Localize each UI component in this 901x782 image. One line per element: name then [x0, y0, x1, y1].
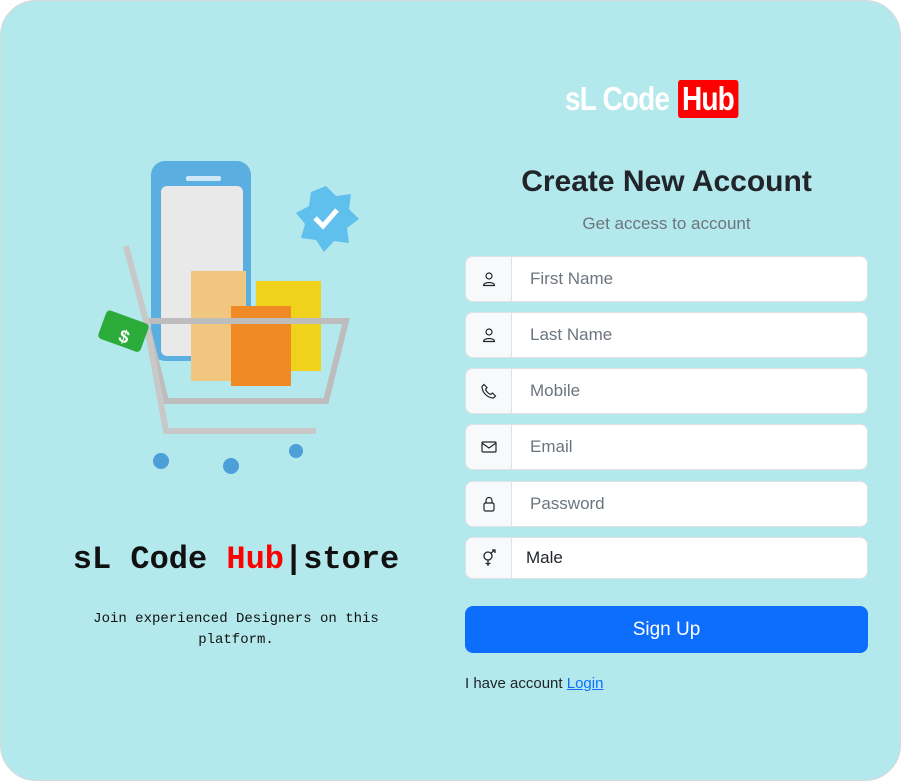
password-input[interactable] — [512, 482, 867, 526]
left-panel: $ sL Code Hub|store Join experienced Des… — [1, 1, 451, 782]
email-group — [465, 424, 868, 470]
signup-card: $ sL Code Hub|store Join experienced Des… — [0, 0, 901, 781]
gender-group: Male — [465, 537, 868, 579]
page-subtitle: Get access to account — [582, 214, 751, 233]
user-icon — [466, 313, 512, 357]
email-input[interactable] — [512, 425, 867, 469]
phone-icon — [466, 369, 512, 413]
page-title: Create New Account — [521, 165, 812, 198]
last-name-input[interactable] — [512, 313, 867, 357]
mobile-input[interactable] — [512, 369, 867, 413]
logo-hub: Hub — [677, 80, 739, 118]
logo: sL Code Hub — [565, 79, 739, 119]
account-text: I have account — [465, 675, 563, 692]
brand-prefix: sL Code — [72, 541, 227, 578]
shopping-cart-illustration: $ — [98, 161, 359, 474]
brand-hub: Hub — [226, 541, 284, 578]
store-brand: sL Code Hub|store — [1, 541, 471, 578]
last-name-group — [465, 312, 868, 358]
account-prompt: I have account Login — [465, 675, 603, 692]
mobile-group — [465, 368, 868, 414]
logo-prefix: sL Code — [565, 80, 670, 117]
lock-icon — [466, 482, 512, 526]
gender-icon — [466, 538, 512, 578]
tagline: Join experienced Designers on this platf… — [93, 611, 379, 648]
first-name-group — [465, 256, 868, 302]
gender-select[interactable]: Male — [512, 538, 867, 578]
brand-suffix: |store — [284, 541, 400, 578]
password-group — [465, 481, 868, 527]
sign-up-button[interactable]: Sign Up — [465, 606, 868, 653]
envelope-icon — [466, 425, 512, 469]
login-link[interactable]: Login — [567, 675, 604, 692]
user-icon — [466, 257, 512, 301]
first-name-input[interactable] — [512, 257, 867, 301]
